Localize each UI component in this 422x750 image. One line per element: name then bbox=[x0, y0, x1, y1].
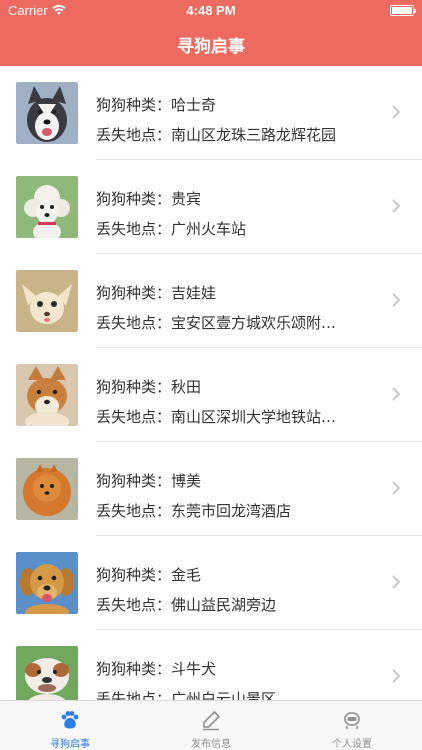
chevron-right-icon bbox=[392, 387, 401, 401]
status-bar: Carrier 4:48 PM bbox=[0, 0, 422, 22]
lost-location: 丢失地点：佛山益民湖旁边 bbox=[96, 596, 277, 614]
paw-icon bbox=[61, 711, 79, 729]
list-item[interactable]: 狗狗种类：哈士奇 丢失地点：南山区龙珠三路龙辉花园 bbox=[0, 66, 422, 160]
lost-location: 丢失地点：东莞市回龙湾酒店 bbox=[96, 502, 292, 520]
chevron-right-icon bbox=[392, 669, 401, 683]
lost-location: 丢失地点：广州火车站 bbox=[96, 220, 247, 238]
page-title: 寻狗启事 bbox=[177, 37, 245, 57]
chevron-right-icon bbox=[392, 105, 401, 119]
lost-location: 丢失地点：南山区深圳大学地铁站… bbox=[96, 408, 337, 426]
dog-breed: 狗狗种类：哈士奇 bbox=[96, 96, 217, 114]
chihuahua-photo bbox=[16, 270, 78, 332]
golden-retriever-photo bbox=[16, 552, 78, 614]
tab-settings[interactable]: 个人设置 bbox=[282, 701, 422, 750]
battery-icon bbox=[390, 5, 416, 16]
lost-location: 丢失地点：南山区龙珠三路龙辉花园 bbox=[96, 126, 337, 144]
dog-breed: 狗狗种类：贵宾 bbox=[96, 190, 202, 208]
edit-icon bbox=[203, 711, 220, 731]
tab-label: 寻狗启事 bbox=[50, 739, 90, 750]
poodle-photo bbox=[16, 176, 78, 238]
header: Carrier 4:48 PM 寻狗启事 bbox=[0, 0, 422, 66]
tab-label: 个人设置 bbox=[332, 739, 372, 750]
list-item[interactable]: 狗狗种类：金毛 丢失地点：佛山益民湖旁边 bbox=[0, 536, 422, 630]
chevron-right-icon bbox=[392, 293, 401, 307]
list-item[interactable]: 狗狗种类：斗牛犬 丢失地点：广州白云山景区 bbox=[0, 630, 422, 700]
bulldog-photo bbox=[16, 646, 78, 700]
dog-breed: 狗狗种类：金毛 bbox=[96, 566, 202, 584]
dog-breed: 狗狗种类：博美 bbox=[96, 472, 202, 490]
lost-location: 丢失地点：宝安区壹方城欢乐颂附… bbox=[96, 314, 337, 332]
lost-location: 丢失地点：广州白云山景区 bbox=[96, 690, 277, 700]
list-item[interactable]: 狗狗种类：吉娃娃 丢失地点：宝安区壹方城欢乐颂附… bbox=[0, 254, 422, 348]
list-item[interactable]: 狗狗种类：秋田 丢失地点：南山区深圳大学地铁站… bbox=[0, 348, 422, 442]
dog-breed: 狗狗种类：吉娃娃 bbox=[96, 284, 217, 302]
chevron-right-icon bbox=[392, 575, 401, 589]
clock-time: 4:48 PM bbox=[186, 3, 236, 18]
husky-photo bbox=[16, 82, 78, 144]
chevron-right-icon bbox=[392, 481, 401, 495]
tab-publish[interactable]: 发布信息 bbox=[141, 701, 281, 750]
dog-breed: 狗狗种类：秋田 bbox=[96, 378, 202, 396]
chevron-right-icon bbox=[392, 199, 401, 213]
list-item[interactable]: 狗狗种类：贵宾 丢失地点：广州火车站 bbox=[0, 160, 422, 254]
tab-label: 发布信息 bbox=[191, 739, 231, 750]
dog-breed: 狗狗种类：斗牛犬 bbox=[96, 660, 217, 678]
pomeranian-photo bbox=[16, 458, 78, 520]
tab-lost-dogs[interactable]: 寻狗启事 bbox=[0, 701, 140, 750]
akita-photo bbox=[16, 364, 78, 426]
lost-dog-list[interactable]: 狗狗种类：哈士奇 丢失地点：南山区龙珠三路龙辉花园 狗狗种类：贵宾 丢失地点：广… bbox=[0, 66, 422, 700]
robot-icon bbox=[344, 712, 360, 729]
tab-bar: 寻狗启事 发布信息 个人设置 bbox=[0, 700, 422, 750]
list-item[interactable]: 狗狗种类：博美 丢失地点：东莞市回龙湾酒店 bbox=[0, 442, 422, 536]
